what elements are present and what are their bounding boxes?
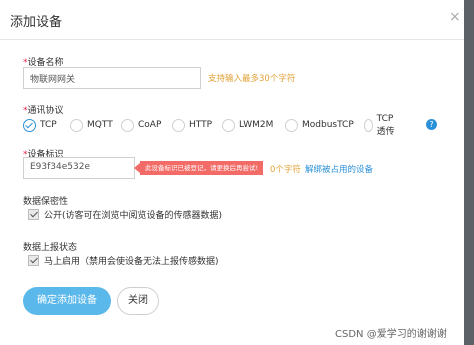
dialog-title: 添加设备 [10,15,63,30]
radio-circle-icon [121,118,134,132]
device-id-char-hint: 0个字符 [270,165,301,175]
device-id-input[interactable]: E93f34e532e [23,157,135,179]
radio-modbustcp[interactable]: ModbusTCP [285,117,354,133]
dialog-header: 添加设备 × [0,0,464,40]
report-checkbox-row[interactable]: 马上启用（禁用会使设备无法上报传感数据) [28,254,219,267]
close-icon[interactable]: × [449,9,461,25]
privacy-checkbox-label: 公开(访客可在浏览中阅览设备的传感器数据) [44,211,223,221]
radio-tcp-passthrough[interactable]: TCP透传 [364,114,398,137]
radio-circle-icon [172,118,185,132]
radio-coap[interactable]: CoAP [121,117,161,133]
question-icon[interactable]: ? [426,119,437,130]
radio-circle-icon [285,118,298,132]
radio-label: ModbusTCP [302,120,354,130]
privacy-checkbox-row[interactable]: 公开(访客可在浏览中阅览设备的传感器数据) [28,208,222,221]
checkbox-checked-icon[interactable] [28,255,39,266]
radio-label: CoAP [138,120,162,130]
radio-label: HTTP [189,120,213,130]
radio-checked-icon [23,118,36,132]
protocol-label-text: 通讯协议 [27,106,64,116]
add-device-dialog: 添加设备 × *设备名称 物联网网关 支持输入最多30个字符 *通讯协议 TCP… [0,0,464,345]
radio-tcp[interactable]: TCP [23,117,57,133]
radio-mqtt[interactable]: MQTT [70,117,113,133]
radio-lwm2m[interactable]: LWM2M [222,117,273,133]
protocol-label: *通讯协议 [23,103,64,116]
close-button[interactable]: 关闭 [117,287,159,315]
device-name-input[interactable]: 物联网网关 [23,67,201,89]
radio-circle-icon [364,118,373,132]
confirm-add-device-button[interactable]: 确定添加设备 [23,287,111,315]
watermark: CSDN @爱学习的谢谢谢 [335,329,447,340]
device-id-error-tip: 此设备标识已被登记，请更换后再尝试! [133,161,264,175]
report-label: 数据上报状态 [23,243,78,253]
checkbox-checked-icon[interactable] [28,209,39,220]
radio-label: TCP [40,120,57,130]
radio-http[interactable]: HTTP [172,117,212,133]
report-checkbox-label: 马上启用（禁用会使设备无法上报传感数据) [44,257,219,267]
radio-circle-icon [70,118,83,132]
radio-circle-icon [222,118,235,132]
device-name-hint: 支持输入最多30个字符 [208,74,296,84]
radio-label: TCP透传 [376,113,395,137]
privacy-label: 数据保密性 [23,197,69,207]
radio-label: MQTT [87,120,113,130]
unbind-device-link[interactable]: 解绑被占用的设备 [305,163,373,175]
radio-label: LWM2M [239,120,274,130]
